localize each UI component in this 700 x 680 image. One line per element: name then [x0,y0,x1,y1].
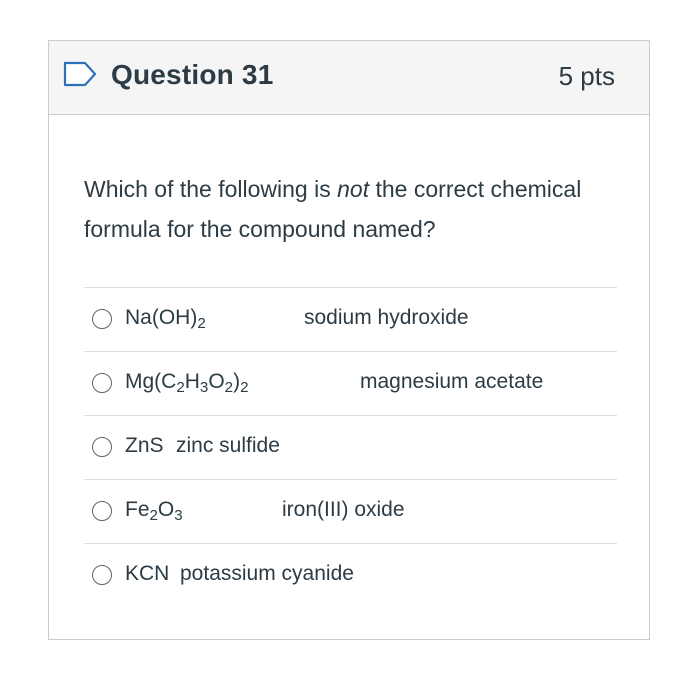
answer-option[interactable]: KCN potassium cyanide [84,543,617,607]
answer-option[interactable]: Na(OH)2 sodium hydroxide [84,287,617,351]
answer-formula: KCN [125,562,170,585]
radio-button-icon[interactable] [92,565,112,585]
answer-option[interactable]: ZnS zinc sulfide [84,415,617,479]
question-points: 5 pts [558,61,615,91]
question-header: Question 31 5 pts [49,41,649,115]
answer-compound-name: sodium hydroxide [304,306,469,329]
answer-option[interactable]: Mg(C2H3O2)2 magnesium acetate [84,351,617,415]
answer-compound-name: potassium cyanide [180,562,354,585]
radio-button-icon[interactable] [92,437,112,457]
radio-button-icon[interactable] [92,309,112,329]
radio-button-icon[interactable] [92,373,112,393]
answer-compound-name: iron(III) oxide [282,498,405,521]
radio-button-icon[interactable] [92,501,112,521]
answer-list: Na(OH)2 sodium hydroxide Mg(C2H3O2)2 mag… [84,287,617,607]
question-title: Question 31 [111,59,274,90]
flag-question-icon[interactable] [63,61,97,87]
answer-formula: Mg(C2H3O2)2 [125,370,249,396]
answer-option[interactable]: Fe2O3 iron(III) oxide [84,479,617,543]
answer-compound-name: magnesium acetate [360,370,544,393]
question-text: Which of the following is not the correc… [84,176,582,242]
answer-formula: Na(OH)2 [125,306,206,332]
answer-compound-name: zinc sulfide [176,434,280,457]
question-card: Question 31 5 pts Which of the following… [48,40,650,640]
answer-formula: Fe2O3 [125,498,183,524]
answer-formula: ZnS [125,434,164,457]
